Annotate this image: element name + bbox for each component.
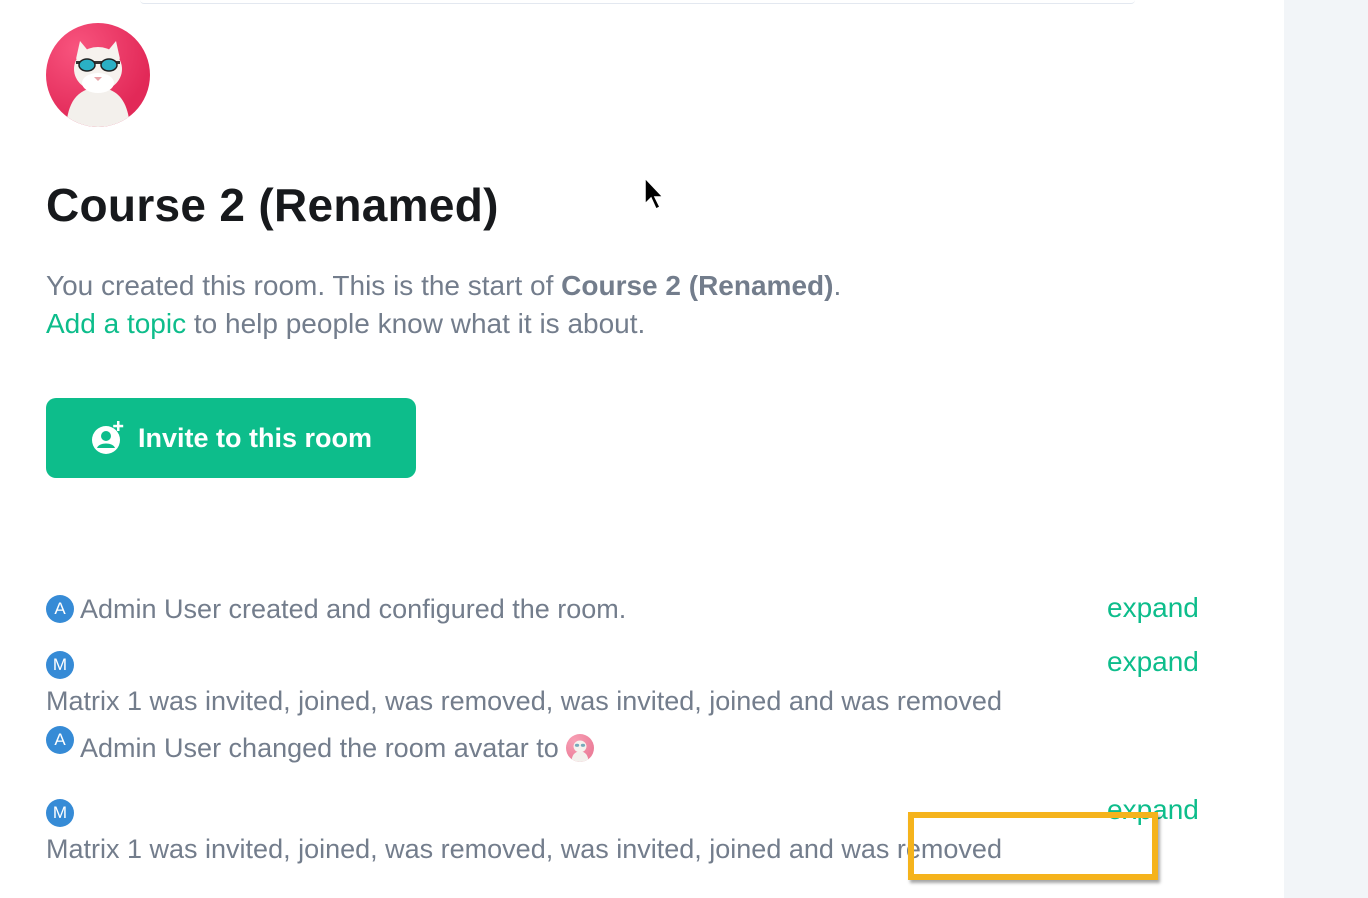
avatar[interactable]: M bbox=[46, 798, 74, 827]
event-text: Admin User changed the room avatar to bbox=[80, 733, 567, 763]
new-room-avatar-thumbnail bbox=[566, 733, 595, 762]
event-text: Matrix 1 was invited, joined, was remove… bbox=[46, 834, 1002, 864]
cat-icon bbox=[571, 740, 589, 762]
expand-link[interactable]: expand bbox=[1107, 592, 1199, 624]
add-topic-link[interactable]: Add a topic bbox=[46, 308, 186, 339]
timeline-event-avatar-row: M bbox=[46, 798, 74, 829]
room-intro: You created this room. This is the start… bbox=[46, 267, 1146, 343]
invite-button-label: Invite to this room bbox=[137, 422, 372, 453]
expand-link[interactable]: expand bbox=[1107, 646, 1199, 678]
intro-room-name: Course 2 (Renamed) bbox=[561, 270, 834, 301]
event-text: Admin User created and configured the ro… bbox=[80, 594, 627, 624]
avatar[interactable]: M bbox=[46, 650, 74, 679]
avatar[interactable]: A bbox=[46, 725, 74, 754]
intro-line-2: Add a topic to help people know what it … bbox=[46, 305, 1146, 343]
annotation-highlight-box bbox=[908, 812, 1158, 880]
topic-suffix: to help people know what it is about. bbox=[186, 308, 646, 339]
intro-line-1: You created this room. This is the start… bbox=[46, 267, 1146, 305]
invite-button[interactable]: Invite to this room bbox=[46, 398, 416, 478]
timeline-event: A Admin User created and configured the … bbox=[46, 594, 626, 625]
room-title: Course 2 (Renamed) bbox=[46, 179, 499, 231]
intro-suffix: . bbox=[833, 270, 842, 301]
mouse-pointer-icon bbox=[644, 176, 665, 211]
right-panel bbox=[1284, 0, 1368, 898]
add-user-icon bbox=[91, 421, 124, 454]
event-text: Matrix 1 was invited, joined, was remove… bbox=[46, 686, 1002, 716]
cat-avatar-image bbox=[66, 41, 130, 127]
timeline-event: A Admin User changed the room avatar to bbox=[46, 725, 595, 764]
room-avatar[interactable] bbox=[46, 23, 150, 127]
composer-edge bbox=[140, 0, 1135, 4]
intro-prefix: You created this room. This is the start… bbox=[46, 270, 562, 301]
avatar[interactable]: A bbox=[46, 594, 74, 623]
timeline-event-avatar-row: M bbox=[46, 650, 74, 681]
